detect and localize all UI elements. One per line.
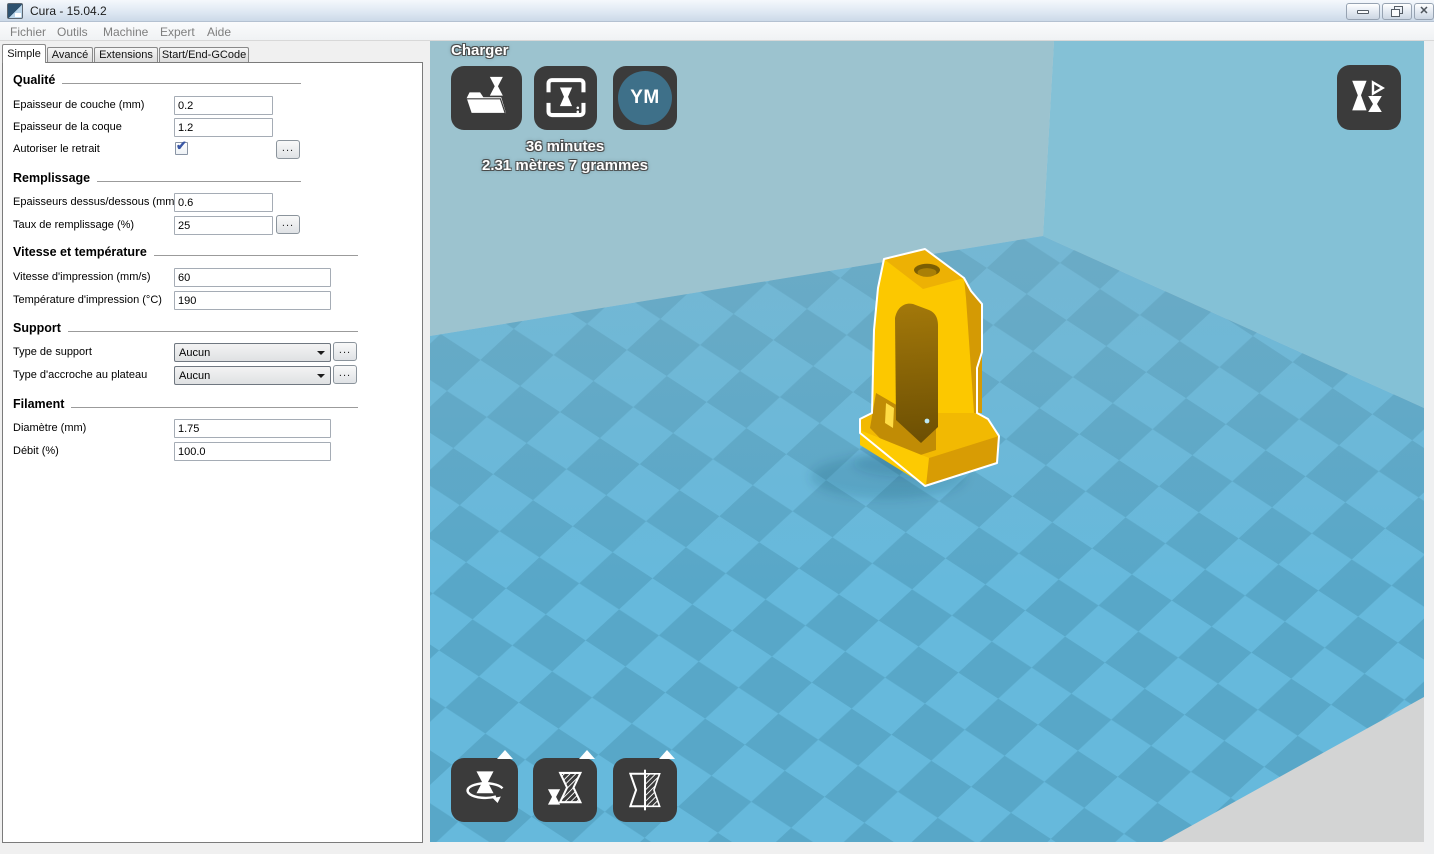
label-shell-thickness: Epaisseur de la coque: [13, 118, 122, 137]
label-print-temp: Température d'impression (°C): [13, 291, 162, 310]
chevron-down-icon: [317, 351, 325, 355]
save-toolpath-button[interactable]: [534, 66, 597, 130]
restore-button[interactable]: [1382, 3, 1412, 20]
label-retraction: Autoriser le retrait: [13, 140, 100, 159]
tab-simple[interactable]: Simple: [2, 44, 46, 63]
rotate-icon: [457, 764, 513, 816]
label-top-bottom: Epaisseurs dessus/dessous (mm): [13, 193, 178, 212]
diameter-input[interactable]: [174, 419, 331, 438]
scale-icon: [539, 764, 591, 816]
label-support-type: Type de support: [13, 343, 92, 362]
load-tooltip: Charger: [451, 42, 509, 59]
section-vitesse: Vitesse et température: [13, 245, 358, 259]
section-title: Vitesse et température: [13, 245, 147, 259]
load-model-button[interactable]: [451, 66, 522, 130]
youmagine-label: YM: [630, 87, 660, 109]
label-layer-height: Epaisseur de couche (mm): [13, 96, 144, 115]
print-stats: 36 minutes 2.31 mètres 7 grammes: [440, 137, 690, 175]
fill-ellipsis-button[interactable]: ...: [276, 215, 300, 234]
label-diameter: Diamètre (mm): [13, 419, 86, 438]
retraction-checkbox[interactable]: ✔: [175, 142, 188, 155]
section-title: Remplissage: [13, 171, 90, 185]
share-youmagine-button[interactable]: YM: [613, 66, 677, 130]
platform-adhesion-value: Aucun: [179, 370, 210, 382]
layer-height-input[interactable]: [174, 96, 273, 115]
tab-gcode[interactable]: Start/End-GCode: [159, 47, 249, 62]
section-rule: [62, 83, 301, 84]
label-print-speed: Vitesse d'impression (mm/s): [13, 268, 151, 287]
toolpath-icon: [540, 72, 592, 124]
mirror-button[interactable]: [613, 758, 677, 822]
adhesion-ellipsis-button[interactable]: ...: [333, 365, 357, 384]
load-icon: [458, 72, 516, 124]
rotate-expand-arrow-icon: [497, 750, 513, 759]
section-rule: [97, 181, 301, 182]
check-icon: ✔: [176, 138, 187, 154]
chevron-down-icon: [317, 374, 325, 378]
shell-thickness-input[interactable]: [174, 118, 273, 137]
menu-item-outils[interactable]: Outils: [57, 25, 88, 39]
support-type-value: Aucun: [179, 347, 210, 359]
mirror-expand-arrow-icon: [659, 750, 675, 759]
filament-usage: 2.31 mètres 7 grammes: [440, 156, 690, 175]
menu-item-expert[interactable]: Expert: [160, 25, 195, 39]
scale-button[interactable]: [533, 758, 597, 822]
view-mode-button[interactable]: [1337, 65, 1401, 130]
label-platform-adhesion: Type d'accroche au plateau: [13, 366, 147, 385]
title-bar[interactable]: Cura - 15.04.2 ✕: [0, 0, 1434, 22]
scale-expand-arrow-icon: [579, 750, 595, 759]
print-temp-input[interactable]: [174, 291, 331, 310]
close-button[interactable]: ✕: [1414, 3, 1434, 20]
support-ellipsis-button[interactable]: ...: [333, 342, 357, 361]
restore-icon: [1391, 6, 1404, 17]
window-title: Cura - 15.04.2: [30, 4, 107, 18]
section-qualite: Qualité: [13, 73, 301, 87]
view-mode-icon: [1343, 72, 1395, 124]
fill-density-input[interactable]: [174, 216, 273, 235]
top-bottom-input[interactable]: [174, 193, 273, 212]
section-rule: [71, 407, 358, 408]
print-time: 36 minutes: [440, 137, 690, 156]
menu-item-fichier[interactable]: Fichier: [10, 25, 46, 39]
close-icon: ✕: [1419, 6, 1428, 17]
app-icon: [7, 3, 23, 19]
label-flow: Débit (%): [13, 442, 59, 461]
section-support: Support: [13, 321, 358, 335]
cura-window: Cura - 15.04.2 ✕ Fichier Outils Machine …: [0, 0, 1434, 854]
youmagine-icon: YM: [618, 71, 672, 125]
support-type-select[interactable]: Aucun: [174, 343, 331, 362]
print-speed-input[interactable]: [174, 268, 331, 287]
tab-avance[interactable]: Avancé: [47, 47, 93, 62]
flow-input[interactable]: [174, 442, 331, 461]
tab-extensions[interactable]: Extensions: [94, 47, 158, 62]
minimize-button[interactable]: [1346, 3, 1380, 20]
section-filament: Filament: [13, 397, 358, 411]
retraction-ellipsis-button[interactable]: ...: [276, 140, 300, 159]
menu-item-aide[interactable]: Aide: [207, 25, 231, 39]
section-title: Support: [13, 321, 61, 335]
mirror-icon: [619, 764, 671, 816]
section-rule: [68, 331, 358, 332]
menu-item-machine[interactable]: Machine: [103, 25, 148, 39]
section-title: Qualité: [13, 73, 55, 87]
label-fill-density: Taux de remplissage (%): [13, 216, 134, 235]
rotate-button[interactable]: [451, 758, 518, 822]
minimize-icon: [1357, 10, 1369, 14]
section-title: Filament: [13, 397, 64, 411]
section-rule: [154, 255, 358, 256]
section-remplissage: Remplissage: [13, 171, 301, 185]
platform-adhesion-select[interactable]: Aucun: [174, 366, 331, 385]
window-right-border: [1424, 41, 1434, 854]
